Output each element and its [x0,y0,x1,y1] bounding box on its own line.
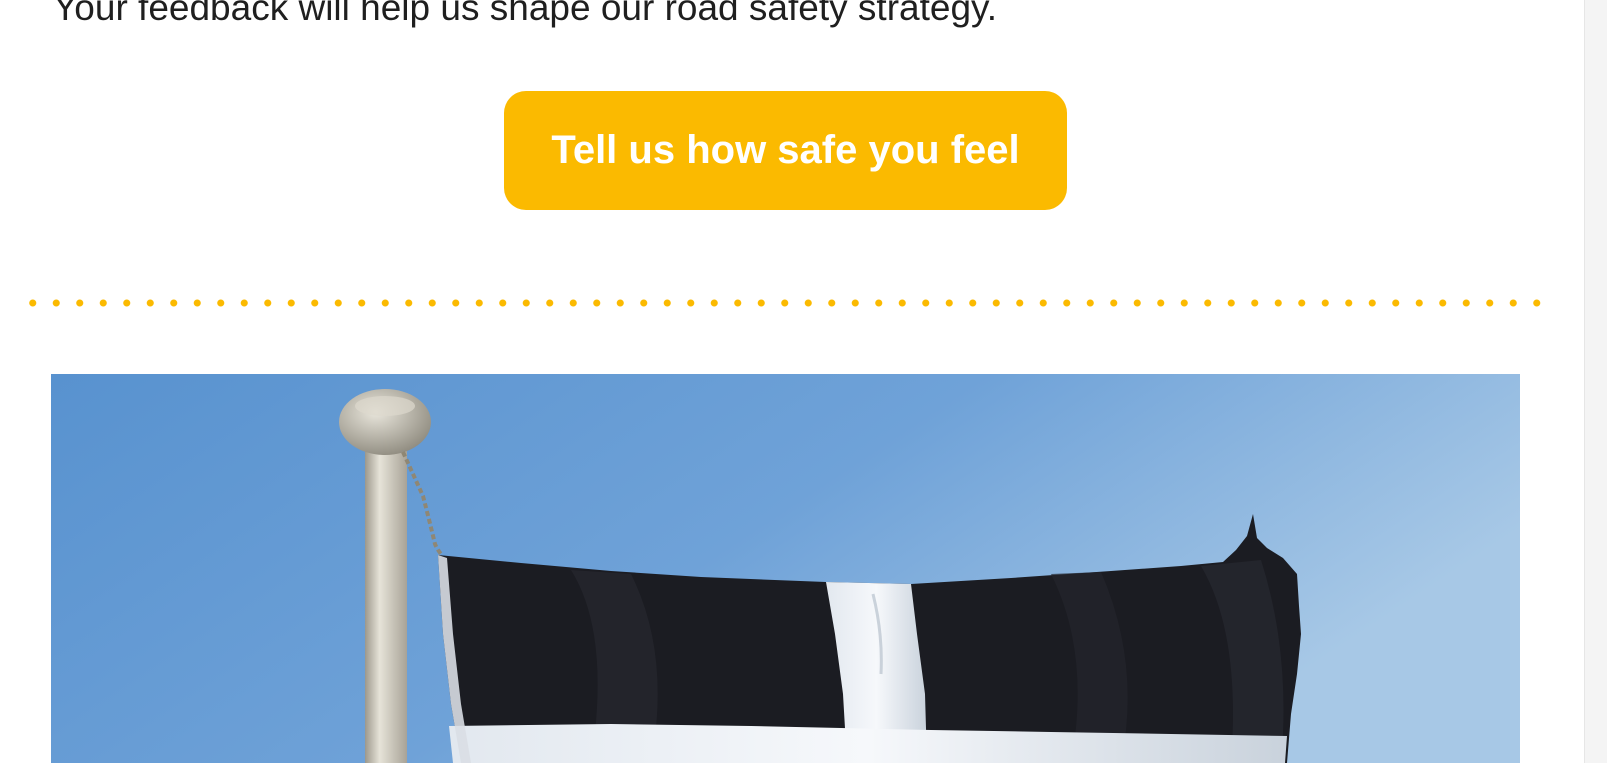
intro-paragraph: Your feedback will help us shape our roa… [53,0,998,28]
flag-photo [51,374,1520,763]
dotted-divider [29,299,1547,307]
email-body: Your feedback will help us shape our roa… [0,0,1585,763]
flag-photo-illustration [51,374,1520,763]
cta-button[interactable]: Tell us how safe you feel [504,91,1067,210]
